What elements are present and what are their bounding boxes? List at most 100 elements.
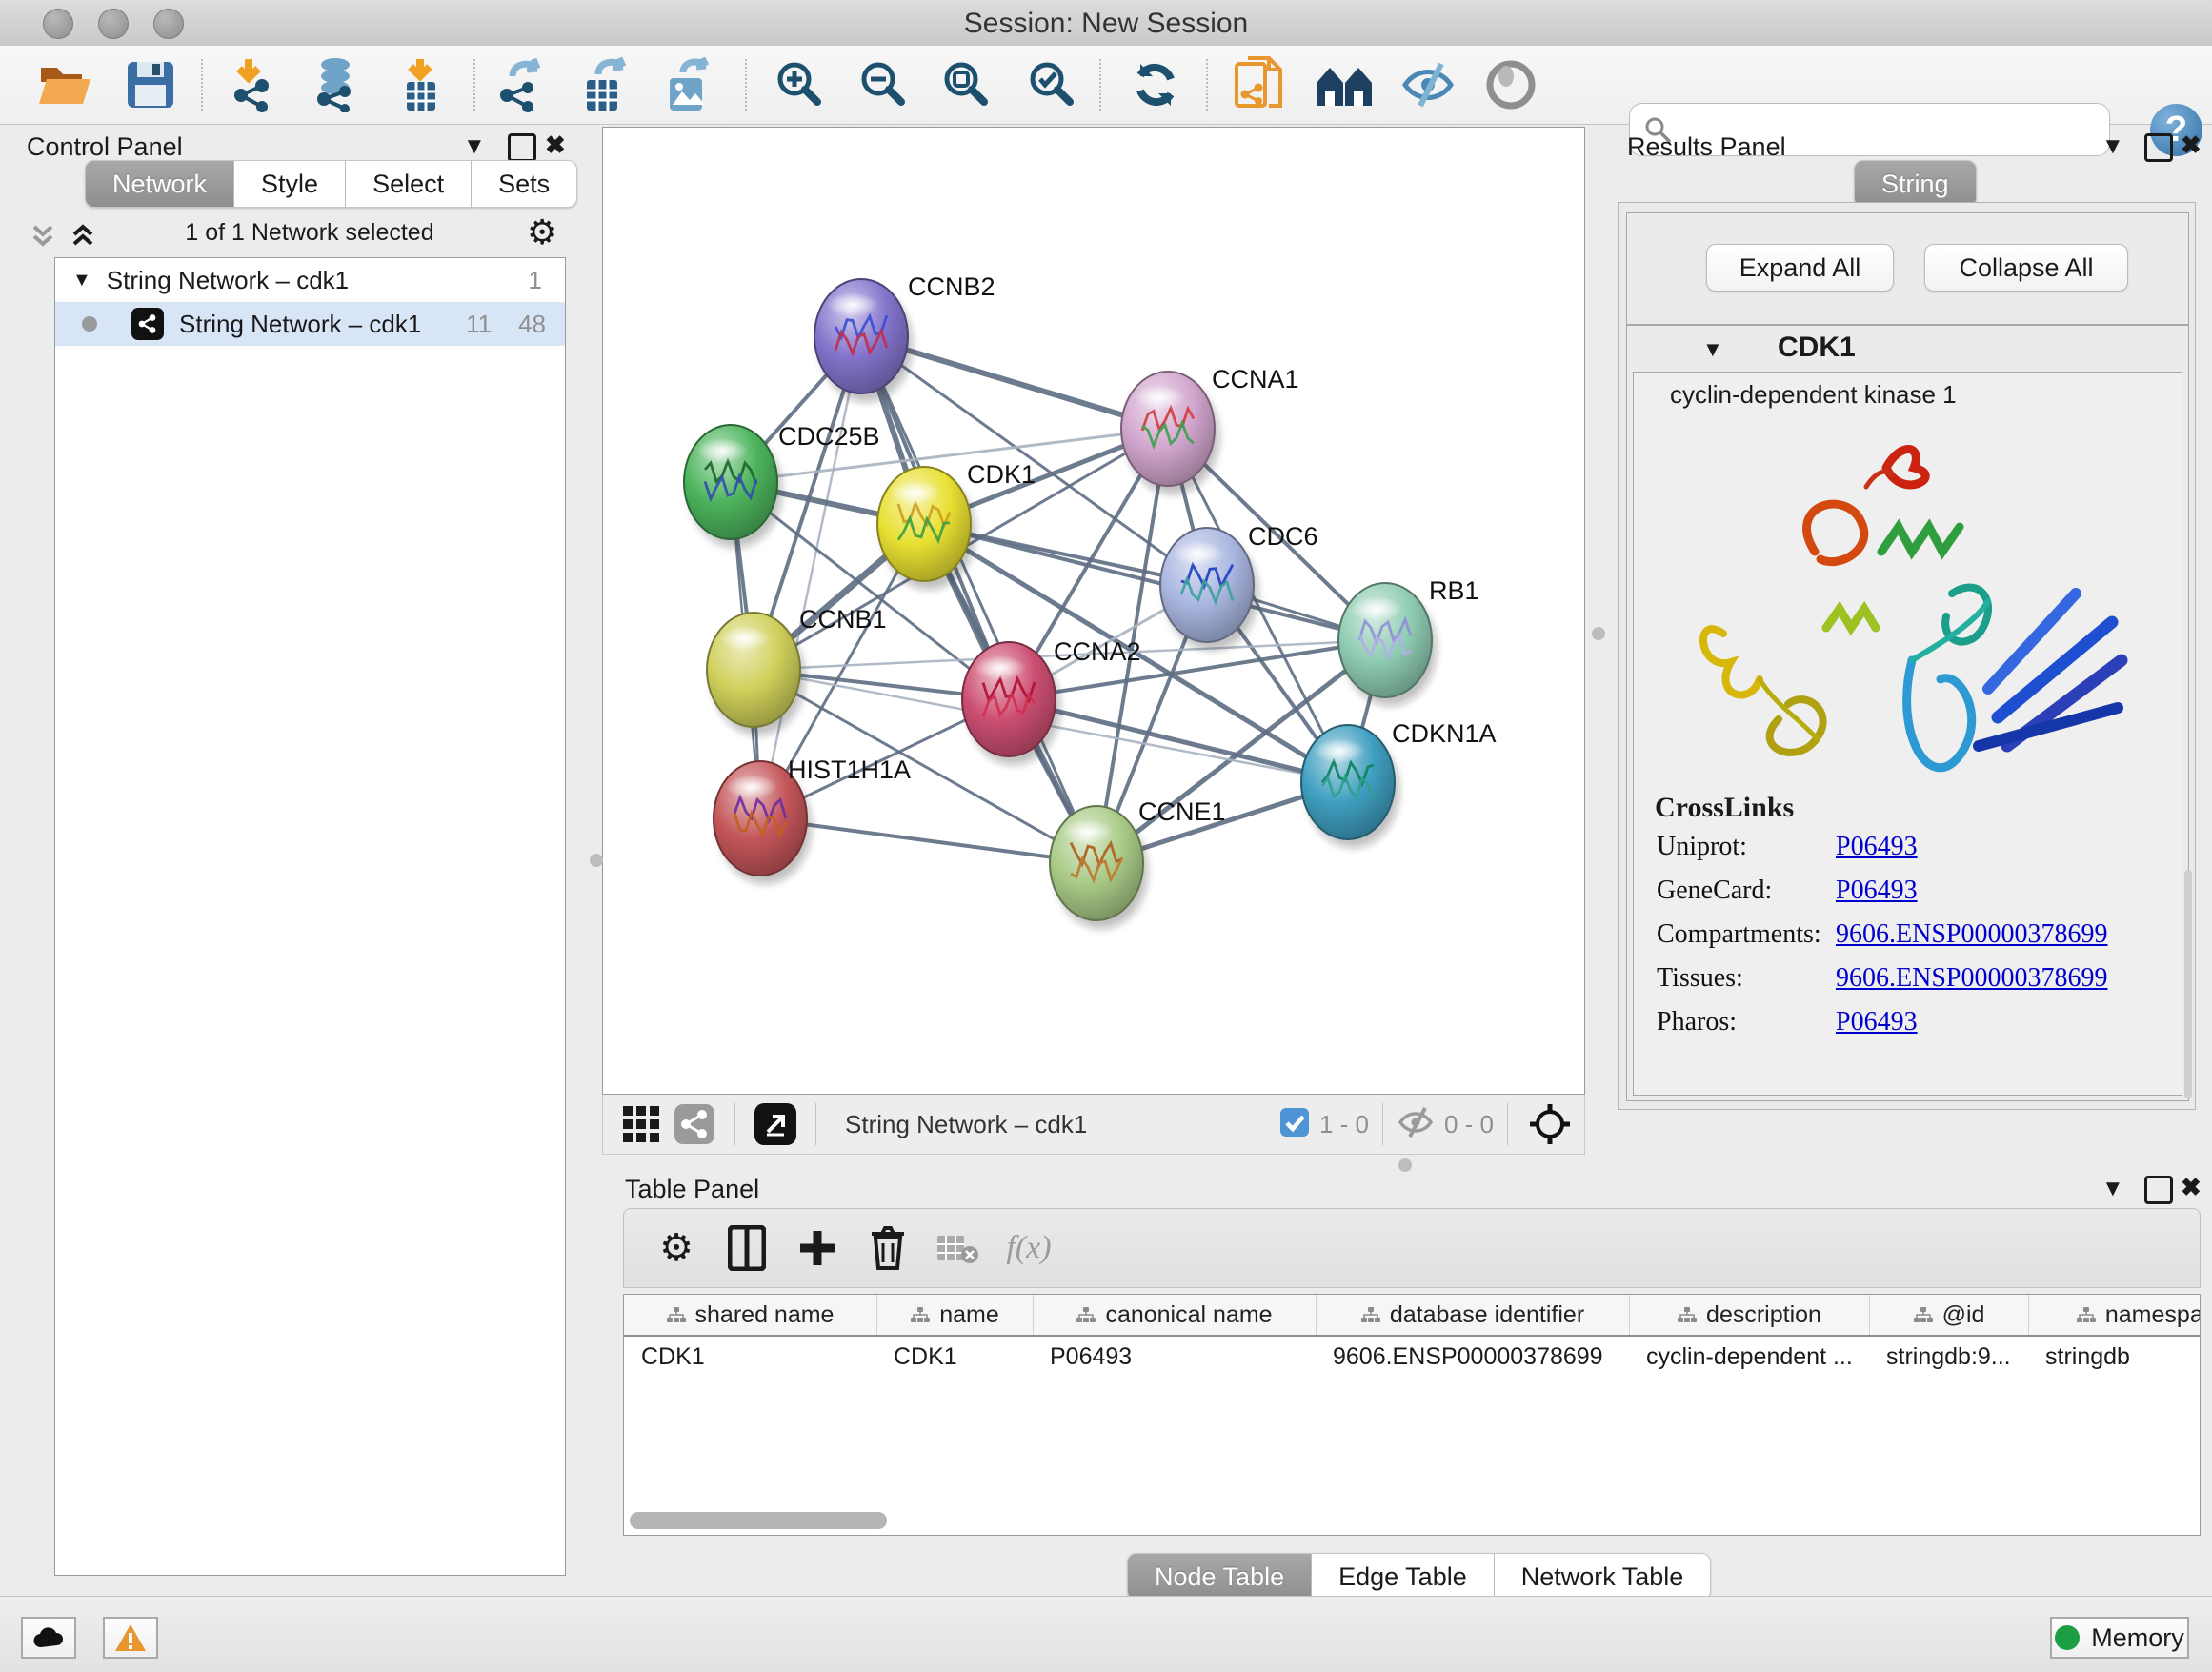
node-CCNA2[interactable] bbox=[962, 642, 1060, 765]
tab-select[interactable]: Select bbox=[346, 160, 472, 208]
zoom-fit-icon[interactable] bbox=[935, 57, 995, 112]
node-CCNB2[interactable] bbox=[814, 279, 913, 402]
crosslink-link[interactable]: 9606.ENSP00000378699 bbox=[1836, 919, 2107, 950]
crosslink-link[interactable]: P06493 bbox=[1836, 1007, 1918, 1037]
crosslink-label: GeneCard: bbox=[1657, 876, 1772, 906]
zoom-selected-icon[interactable] bbox=[1020, 57, 1081, 112]
export-table-icon[interactable] bbox=[576, 57, 637, 112]
tab-style[interactable]: Style bbox=[234, 160, 346, 208]
column-header-canonical-name[interactable]: canonical name bbox=[1033, 1295, 1316, 1335]
network-canvas[interactable]: CCNB2CCNA1CDC25BCDK1CDC6RB1CCNB1CCNA2CDK… bbox=[602, 127, 1585, 1095]
table-cell[interactable]: CDK1 bbox=[876, 1343, 1033, 1371]
table-cell[interactable]: CDK1 bbox=[624, 1343, 876, 1371]
control-panel-tabs: NetworkStyleSelectSets bbox=[85, 160, 577, 208]
new-network-from-file-icon[interactable] bbox=[1229, 57, 1290, 112]
import-database-icon[interactable] bbox=[308, 57, 369, 112]
tab-string[interactable]: String bbox=[1854, 160, 1977, 208]
node-RB1[interactable] bbox=[1338, 583, 1437, 706]
table-cell[interactable]: stringdb:9... bbox=[1869, 1343, 2028, 1371]
collapse-all-button[interactable]: Collapse All bbox=[1924, 244, 2128, 292]
cloud-button[interactable] bbox=[21, 1617, 76, 1659]
tab-network-table[interactable]: Network Table bbox=[1495, 1553, 1712, 1601]
control-panel-float-icon[interactable] bbox=[508, 133, 536, 162]
right-splitter-handle[interactable] bbox=[1592, 627, 1605, 640]
node-CDC6[interactable] bbox=[1160, 528, 1258, 651]
crosshair-icon[interactable] bbox=[1521, 1096, 1579, 1153]
results-panel-float-icon[interactable] bbox=[2144, 133, 2173, 162]
add-column-icon[interactable] bbox=[782, 1219, 853, 1277]
crosslink-link[interactable]: P06493 bbox=[1836, 876, 1918, 906]
grid-icon[interactable] bbox=[614, 1096, 668, 1153]
node-CDK1[interactable] bbox=[877, 467, 975, 590]
show-columns-icon[interactable] bbox=[712, 1219, 782, 1277]
string-home-icon[interactable] bbox=[1314, 57, 1375, 112]
results-panel-close-icon[interactable]: ✖ bbox=[2181, 131, 2202, 160]
delete-column-icon[interactable] bbox=[853, 1219, 923, 1277]
zoom-out-icon[interactable] bbox=[852, 57, 913, 112]
export-network-icon[interactable] bbox=[493, 57, 553, 112]
left-splitter-handle[interactable] bbox=[590, 854, 603, 867]
table-row[interactable]: CDK1CDK1P064939606.ENSP00000378699cyclin… bbox=[624, 1337, 2200, 1377]
node-CCNA1[interactable] bbox=[1121, 372, 1219, 494]
table-cell[interactable]: cyclin-dependent ... bbox=[1629, 1343, 1869, 1371]
table-cell[interactable]: stringdb bbox=[2028, 1343, 2201, 1371]
eye-slash-icon[interactable] bbox=[1398, 57, 1458, 112]
table-panel-close-icon[interactable]: ✖ bbox=[2181, 1173, 2202, 1202]
node-CCNB1[interactable] bbox=[707, 613, 805, 735]
control-panel-close-icon[interactable]: ✖ bbox=[545, 131, 566, 160]
collapse-all-icon[interactable] bbox=[29, 221, 57, 254]
memory-button[interactable]: Memory bbox=[2050, 1617, 2189, 1659]
network-tree-root-row[interactable]: ▼ String Network – cdk1 1 bbox=[55, 258, 565, 302]
column-header-description[interactable]: description bbox=[1629, 1295, 1869, 1335]
refresh-icon[interactable] bbox=[1125, 57, 1186, 112]
column-header-namespace[interactable]: namespace bbox=[2028, 1295, 2201, 1335]
column-header-@id[interactable]: @id bbox=[1869, 1295, 2028, 1335]
import-network-icon[interactable] bbox=[227, 57, 288, 112]
save-session-icon[interactable] bbox=[120, 57, 181, 112]
control-panel-collapse-icon[interactable]: ▼ bbox=[463, 133, 486, 160]
warning-button[interactable] bbox=[103, 1617, 158, 1659]
tab-edge-table[interactable]: Edge Table bbox=[1312, 1553, 1495, 1601]
tree-expand-icon[interactable]: ▼ bbox=[72, 270, 91, 292]
selected-checkbox[interactable] bbox=[1279, 1107, 1310, 1142]
node-CCNE1[interactable] bbox=[1050, 806, 1148, 929]
table-hscrollbar-thumb[interactable] bbox=[630, 1512, 887, 1529]
open-session-icon[interactable] bbox=[34, 57, 95, 112]
horizontal-splitter-handle[interactable] bbox=[1398, 1158, 1412, 1172]
crosslink-link[interactable]: 9606.ENSP00000378699 bbox=[1836, 963, 2107, 994]
gray-sphere-icon[interactable] bbox=[1480, 57, 1541, 112]
expand-all-icon[interactable] bbox=[69, 221, 97, 254]
table-panel-collapse-icon[interactable]: ▼ bbox=[2101, 1176, 2124, 1202]
column-header-name[interactable]: name bbox=[876, 1295, 1033, 1335]
network-options-gear-icon[interactable]: ⚙ bbox=[527, 213, 557, 252]
window-title: Session: New Session bbox=[0, 8, 2212, 40]
expand-all-button[interactable]: Expand All bbox=[1706, 244, 1894, 292]
export-image-icon[interactable] bbox=[659, 57, 720, 112]
table-header-row: shared namenamecanonical name database id… bbox=[624, 1295, 2200, 1337]
node-label-CDC6: CDC6 bbox=[1248, 522, 1318, 551]
column-header-database-identifier[interactable]: database identifier bbox=[1316, 1295, 1629, 1335]
table-cell[interactable]: P06493 bbox=[1033, 1343, 1316, 1371]
network-tree-item-row[interactable]: String Network – cdk1 11 48 bbox=[55, 302, 565, 346]
table-toolbar: ⚙ f(x) bbox=[623, 1208, 2201, 1288]
edge-CCNB2-HIST1H1A[interactable] bbox=[760, 336, 861, 818]
column-header-label: database identifier bbox=[1390, 1301, 1584, 1329]
crosslink-link[interactable]: P06493 bbox=[1836, 832, 1918, 862]
table-gear-icon[interactable]: ⚙ bbox=[641, 1219, 712, 1277]
table-panel-float-icon[interactable] bbox=[2144, 1176, 2173, 1204]
tab-network[interactable]: Network bbox=[85, 160, 234, 208]
table-cell[interactable]: 9606.ENSP00000378699 bbox=[1316, 1343, 1629, 1371]
share-icon[interactable] bbox=[668, 1096, 721, 1153]
results-panel-collapse-icon[interactable]: ▼ bbox=[2101, 133, 2124, 160]
gene-collapse-icon[interactable]: ▼ bbox=[1702, 337, 1723, 362]
import-table-icon[interactable] bbox=[394, 57, 455, 112]
tab-sets[interactable]: Sets bbox=[472, 160, 577, 208]
edge-CCNB2-CCNE1[interactable] bbox=[861, 336, 1096, 863]
open-in-new-icon[interactable] bbox=[749, 1096, 802, 1153]
zoom-in-icon[interactable] bbox=[768, 57, 829, 112]
results-scrollbar[interactable] bbox=[2184, 870, 2192, 1098]
toolbar-separator bbox=[1206, 59, 1208, 111]
tab-node-table[interactable]: Node Table bbox=[1127, 1553, 1312, 1601]
node-CDKN1A[interactable] bbox=[1301, 725, 1399, 848]
column-header-shared-name[interactable]: shared name bbox=[624, 1295, 876, 1335]
